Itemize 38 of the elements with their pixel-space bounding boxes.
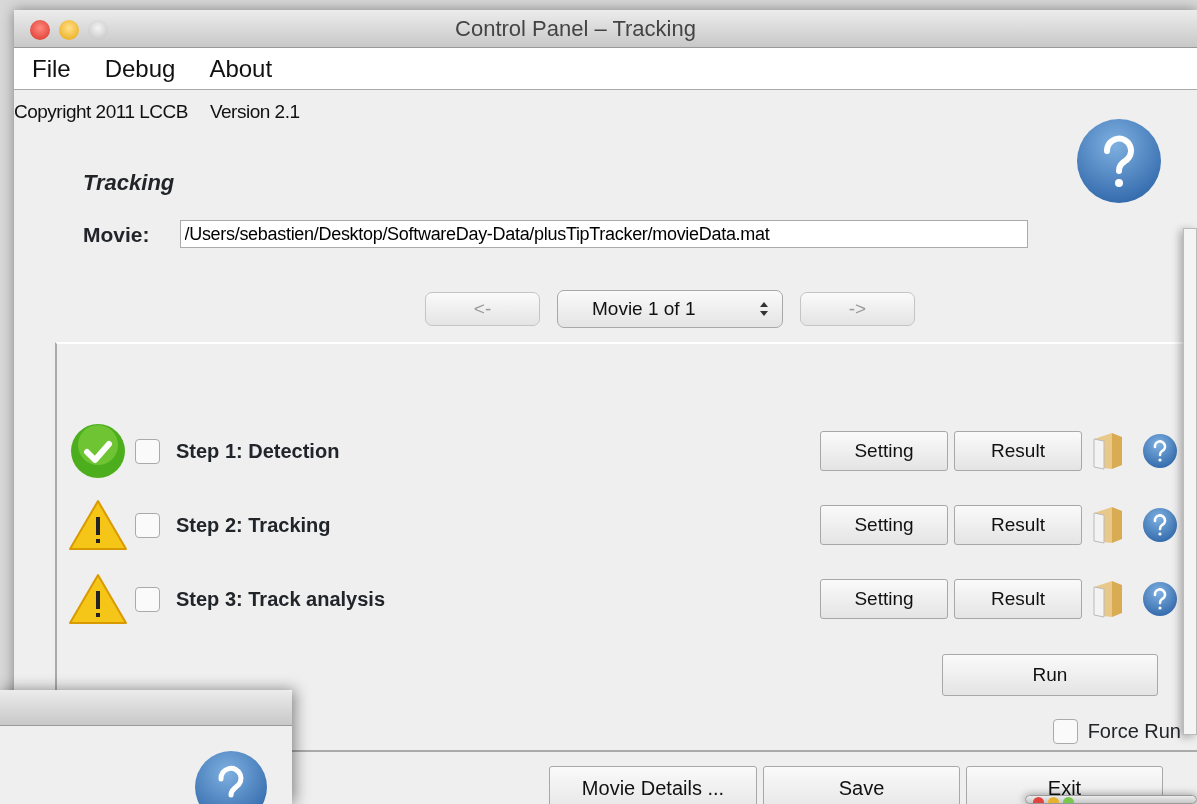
step-label: Step 2: Tracking (176, 513, 332, 538)
force-run-checkbox[interactable] (1052, 718, 1078, 744)
stepper-icon (760, 301, 768, 317)
force-run-label: Force Run (1087, 719, 1181, 744)
help-icon[interactable] (1142, 507, 1178, 543)
menu-item[interactable]: About (209, 50, 273, 87)
minimize-button[interactable] (59, 20, 79, 40)
run-button[interactable]: Run (942, 654, 1158, 696)
setting-button[interactable]: Setting (820, 505, 948, 545)
section-title: Tracking (83, 168, 176, 197)
footer-button[interactable]: Movie Details ... (549, 766, 757, 804)
setting-button[interactable]: Setting (820, 431, 948, 471)
step-checkbox[interactable] (135, 438, 160, 464)
step-label: Step 3: Track analysis (176, 587, 386, 612)
step-checkbox[interactable] (135, 586, 160, 612)
help-icon[interactable] (1142, 581, 1178, 617)
help-icon[interactable] (194, 750, 268, 804)
movie-label: Movie: (83, 221, 150, 248)
step-label: Step 1: Detection (176, 439, 341, 464)
result-button[interactable]: Result (954, 505, 1082, 545)
result-button[interactable]: Result (954, 579, 1082, 619)
close-button[interactable] (30, 20, 50, 40)
step-checkbox[interactable] (135, 512, 160, 538)
folder-icon[interactable] (1090, 431, 1124, 471)
version-text: Version 2.1 (209, 100, 300, 124)
folder-icon[interactable] (1090, 505, 1124, 545)
movie-path-field[interactable]: /Users/sebastien/Desktop/SoftwareDay-Data/plusTipTracker/movieData.mat (179, 220, 1028, 249)
setting-button[interactable]: Setting (820, 579, 948, 619)
result-button[interactable]: Result (954, 431, 1082, 471)
menu-item[interactable]: Debug (104, 50, 176, 87)
copyright-text: Copyright 2011 LCCB (14, 100, 188, 124)
window-title: Control Panel – Tracking (455, 15, 696, 43)
menu-item[interactable]: File (32, 50, 71, 87)
movie-selector[interactable]: Movie 1 of 1 (557, 290, 783, 328)
footer-button[interactable]: Save (763, 766, 960, 804)
zoom-button[interactable] (88, 20, 108, 40)
help-icon[interactable] (1142, 433, 1178, 469)
folder-icon[interactable] (1090, 579, 1124, 619)
